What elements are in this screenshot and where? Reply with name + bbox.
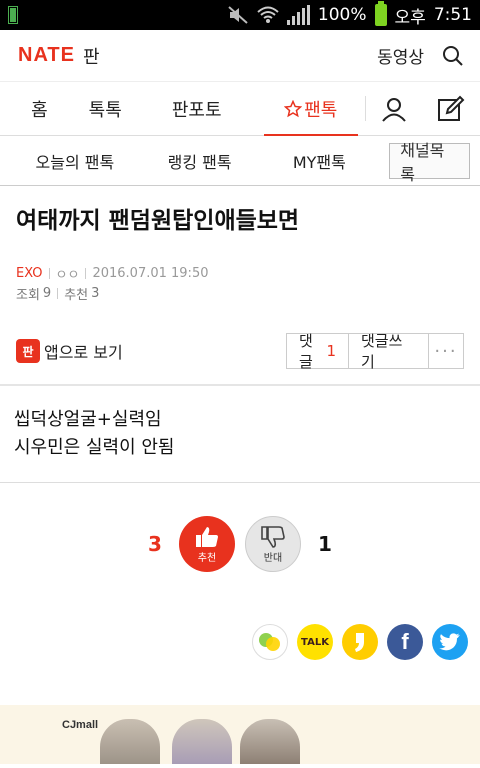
author: ㅇㅇ [55, 267, 80, 283]
tab-home[interactable]: 홈 [0, 82, 79, 135]
article-body: 씹덕상얼굴+실력임 시우민은 실력이 안됨 [0, 386, 480, 482]
ad-product-image [240, 719, 300, 764]
share-kakaostory-button[interactable] [252, 624, 288, 660]
section-title[interactable]: 판 [83, 43, 100, 69]
article-title: 여태까지 팬덤원탑인애들보면 [16, 208, 300, 234]
recommend-label: 추천 [64, 287, 89, 303]
body-line: 시우민은 실력이 안됨 [14, 437, 175, 458]
upvote-count: 3 [148, 532, 162, 556]
body-line: 씹덕상얼굴+실력임 [14, 409, 162, 430]
share-twitter-button[interactable] [432, 624, 468, 660]
downvote-count: 1 [318, 532, 332, 556]
kakao-story-icon [259, 633, 280, 651]
tab-toktok[interactable]: 톡톡 [79, 82, 132, 135]
write-post-button[interactable] [423, 82, 480, 135]
subtab-ranking[interactable]: 랭킹 팬톡 [150, 149, 250, 173]
channel-list-button[interactable]: 채널목록 [389, 141, 470, 184]
brand[interactable]: NATE 판 [18, 43, 100, 69]
battery-percent: 100% [317, 5, 367, 25]
main-nav: 홈 톡톡 판포토 팬톡 [0, 82, 480, 136]
action-bar: 판 앱으로 보기 댓글 1 댓글쓰기 ··· [0, 331, 480, 371]
star-icon [284, 99, 303, 117]
tab-fantalk[interactable]: 팬톡 [262, 82, 360, 136]
nate-logo[interactable]: NATE [18, 44, 75, 67]
ad-brand-logo: CJmall [62, 719, 99, 731]
meta-divider [48, 267, 50, 279]
post-datetime: 2016.07.01 19:50 [92, 265, 209, 281]
open-in-app-label: 앱으로 보기 [44, 343, 123, 362]
meta-divider [85, 267, 87, 279]
edit-icon [438, 95, 465, 121]
comments-count: 1 [326, 342, 336, 360]
ad-product-image [172, 719, 232, 764]
mute-icon [228, 6, 248, 24]
signal-icon [286, 5, 310, 25]
share-kakaostory-app-button[interactable] [342, 624, 378, 660]
battery-icon [374, 1, 387, 26]
facebook-icon: f [401, 629, 409, 654]
top-header: NATE 판 동영상 [0, 30, 480, 82]
user-icon [382, 97, 407, 122]
kakaotalk-icon: TALK [301, 636, 329, 648]
tab-panphoto[interactable]: 판포토 [132, 82, 262, 135]
ad-banner[interactable]: CJmall [0, 705, 480, 764]
views-count: 9 [42, 285, 52, 301]
open-in-app-button[interactable]: 판 앱으로 보기 [16, 339, 123, 363]
share-facebook-button[interactable]: f [387, 624, 423, 660]
comment-button-group: 댓글 1 댓글쓰기 ··· [286, 332, 464, 371]
search-icon[interactable] [442, 45, 464, 67]
my-account-button[interactable] [366, 82, 423, 135]
pann-app-icon: 판 [16, 339, 40, 363]
clock-time: 7:51 [433, 5, 472, 25]
share-bar: TALK f [0, 605, 480, 705]
twitter-icon [439, 633, 460, 651]
more-options-button[interactable]: ··· [429, 334, 463, 368]
article-meta: EXO ㅇㅇ 2016.07.01 19:50 조회 9 추천 3 [0, 236, 480, 303]
upvote-label: 추천 [197, 552, 217, 564]
upvote-button[interactable]: 추천 [179, 516, 235, 572]
subtab-my[interactable]: MY팬톡 [250, 149, 390, 173]
views-label: 조회 [16, 287, 40, 303]
downvote-button[interactable]: 반대 [245, 516, 301, 572]
video-link[interactable]: 동영상 [377, 43, 424, 68]
subtab-today[interactable]: 오늘의 팬톡 [0, 149, 150, 173]
ad-product-image [100, 719, 160, 764]
sub-nav: 오늘의 팬톡 랭킹 팬톡 MY팬톡 채널목록 [0, 136, 480, 186]
battery-small-icon [8, 6, 18, 24]
vote-section: 3 추천 반대 1 [0, 483, 480, 605]
thumbs-up-icon [196, 526, 218, 547]
comments-button[interactable]: 댓글 1 [287, 332, 349, 371]
meta-divider [57, 287, 59, 299]
thumbs-down-icon [261, 525, 285, 548]
quote-icon [355, 633, 364, 652]
status-bar: 100% 오후 7:51 [0, 0, 480, 30]
recommend-count: 3 [91, 285, 100, 301]
share-kakaotalk-button[interactable]: TALK [297, 624, 333, 660]
channel-link[interactable]: EXO [16, 266, 43, 281]
clock-ampm: 오후 [394, 7, 426, 28]
downvote-label: 반대 [263, 552, 283, 564]
wifi-icon [257, 6, 279, 23]
write-comment-button[interactable]: 댓글쓰기 [349, 332, 429, 371]
